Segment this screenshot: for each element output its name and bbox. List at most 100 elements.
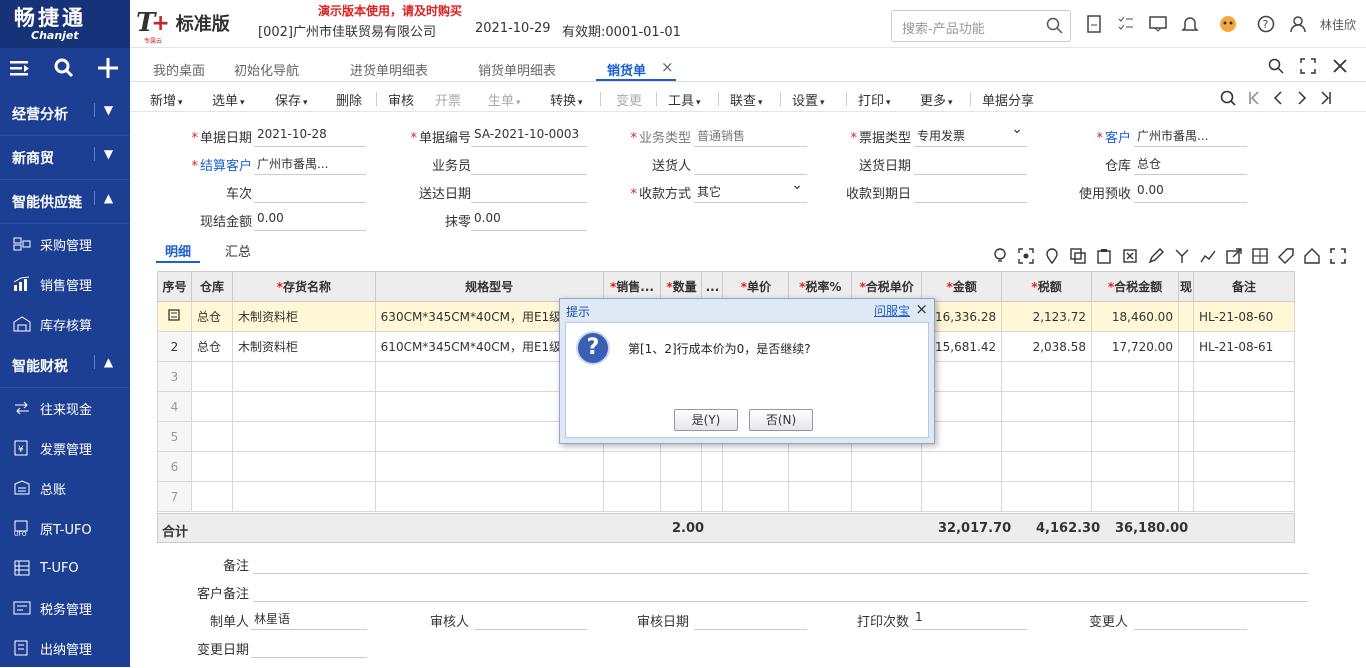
col-total[interactable]: *合税金额 [1091, 271, 1179, 302]
user-icon[interactable] [1289, 15, 1307, 37]
cell-qty[interactable] [660, 451, 703, 482]
cell-cash[interactable] [1177, 301, 1194, 332]
sidebar-item-ledger[interactable]: 总账 [0, 468, 130, 508]
col-amount[interactable]: *金额 [921, 271, 1003, 302]
cell-wh[interactable] [190, 421, 233, 452]
dialog-help-link[interactable]: 问服宝 [874, 302, 910, 319]
col-tax-price[interactable]: *合税单价 [851, 271, 923, 302]
toolbar-button-10[interactable]: 联查 ▾ [730, 90, 763, 109]
edit-icon[interactable] [1148, 248, 1164, 268]
cell-tax[interactable] [1001, 421, 1093, 452]
no-button[interactable]: 否(N) [749, 409, 813, 431]
next-page-icon[interactable] [1296, 90, 1308, 110]
user-name[interactable]: 林佳欣 [1320, 16, 1356, 33]
cell-more[interactable] [701, 451, 724, 482]
scan-barcode-icon[interactable] [1220, 90, 1236, 110]
delivery-date-field[interactable] [914, 151, 1027, 175]
message-icon[interactable] [1149, 15, 1167, 37]
scan-icon[interactable] [1018, 248, 1034, 268]
delete-row-icon[interactable] [1122, 248, 1138, 268]
split-icon[interactable] [1174, 248, 1190, 268]
menu-icon[interactable] [10, 60, 30, 80]
deliverer-field[interactable] [694, 151, 807, 175]
cell-name[interactable]: 木制资料柜 [231, 331, 376, 362]
vehicle-field[interactable] [254, 179, 366, 203]
cell-name[interactable] [231, 421, 376, 452]
toolbar-button-7[interactable]: 转换 ▾ [550, 90, 583, 109]
col-name[interactable]: *存货名称 [231, 271, 376, 302]
customer-remark-field[interactable] [253, 601, 1308, 602]
cell-spec[interactable] [374, 481, 604, 512]
toolbar-button-1[interactable]: 选单 ▾ [212, 90, 245, 109]
rounding-field[interactable]: 0.00 [471, 207, 587, 231]
search-input[interactable]: 搜索-产品功能 [891, 10, 1071, 42]
cell-name[interactable]: 木制资料柜 [231, 301, 376, 332]
sidebar-group-finance[interactable]: 智能财税 ▲ [0, 344, 130, 388]
cell-price[interactable] [722, 481, 790, 512]
cell-wh[interactable]: 总仓 [190, 301, 233, 332]
table-row-empty[interactable]: 7 [157, 481, 1296, 512]
doc-no-field[interactable]: SA-2021-10-0003 [471, 123, 587, 147]
cell-wh[interactable]: 总仓 [190, 331, 233, 362]
cell-amount[interactable] [921, 481, 1003, 512]
cell-note[interactable] [1192, 391, 1296, 422]
cash-field[interactable]: 0.00 [254, 207, 366, 231]
cell-tax-rate[interactable] [788, 451, 853, 482]
cell-tax-price[interactable] [851, 481, 923, 512]
cell-name[interactable] [231, 391, 376, 422]
tab-summary[interactable]: 汇总 [225, 241, 251, 260]
search-icon[interactable] [54, 58, 74, 82]
cell-note[interactable] [1192, 361, 1296, 392]
dialog-close-icon[interactable]: × [915, 300, 928, 318]
help-icon[interactable]: ? [1257, 15, 1275, 37]
cell-cash[interactable] [1177, 481, 1194, 512]
cell-note[interactable]: HL-21-08-61 [1192, 331, 1296, 362]
cell-note[interactable] [1192, 421, 1296, 452]
prev-page-icon[interactable] [1272, 90, 1284, 110]
search-icon[interactable] [1046, 17, 1064, 39]
add-icon[interactable] [98, 58, 118, 82]
cell-price[interactable] [722, 451, 790, 482]
sidebar-item-cashier[interactable]: 出纳管理 [0, 628, 130, 668]
cell-more[interactable] [701, 481, 724, 512]
sidebar-item-purchase[interactable]: 采购管理 [0, 224, 130, 264]
cell-cash[interactable] [1177, 391, 1194, 422]
sidebar-group-newtrade[interactable]: 新商贸 ▼ [0, 136, 130, 180]
cell-tax-price[interactable] [851, 451, 923, 482]
sidebar-item-old-ufo[interactable]: UFO 原T-UFO [0, 508, 130, 548]
toolbar-button-13[interactable]: 更多 ▾ [920, 90, 953, 109]
pay-method-select[interactable]: 其它 [694, 179, 807, 203]
search-icon[interactable] [1268, 58, 1284, 78]
cell-total[interactable] [1091, 421, 1179, 452]
due-date-field[interactable] [914, 179, 1027, 203]
toolbar-button-9[interactable]: 工具 ▾ [668, 90, 701, 109]
paste-icon[interactable] [1096, 248, 1112, 268]
checklist-icon[interactable] [1117, 15, 1135, 37]
toolbar-button-12[interactable]: 打印 ▾ [858, 90, 891, 109]
cell-name[interactable] [231, 451, 376, 482]
cell-unit[interactable] [602, 451, 662, 482]
cell-tax[interactable] [1001, 391, 1093, 422]
cell-name[interactable] [231, 481, 376, 512]
tag-icon[interactable] [1278, 248, 1294, 268]
customer-label[interactable]: * 客户 [1036, 127, 1131, 146]
toolbar-button-14[interactable]: 单据分享 [982, 90, 1034, 109]
cell-tax[interactable] [1001, 481, 1093, 512]
toolbar-button-3[interactable]: 删除 [336, 90, 362, 109]
settle-customer-field[interactable]: 广州市番禺... [254, 151, 366, 175]
cell-total[interactable]: 17,720.00 [1091, 331, 1179, 362]
cell-tax-rate[interactable] [788, 481, 853, 512]
toolbar-button-11[interactable]: 设置 ▾ [792, 90, 825, 109]
table-row-empty[interactable]: 6 [157, 451, 1296, 482]
home-icon[interactable] [1304, 248, 1320, 268]
yes-button[interactable]: 是(Y) [674, 409, 738, 431]
location-icon[interactable] [1044, 248, 1060, 268]
tab-sales-order[interactable]: 销货单 [607, 60, 646, 79]
export-icon[interactable] [1226, 248, 1242, 268]
col-tax-rate[interactable]: *税率% [788, 271, 853, 302]
cell-wh[interactable] [190, 361, 233, 392]
col-price[interactable]: *单价 [722, 271, 790, 302]
cell-total[interactable]: 18,460.00 [1091, 301, 1179, 332]
cell-total[interactable] [1091, 451, 1179, 482]
cell-wh[interactable] [190, 391, 233, 422]
